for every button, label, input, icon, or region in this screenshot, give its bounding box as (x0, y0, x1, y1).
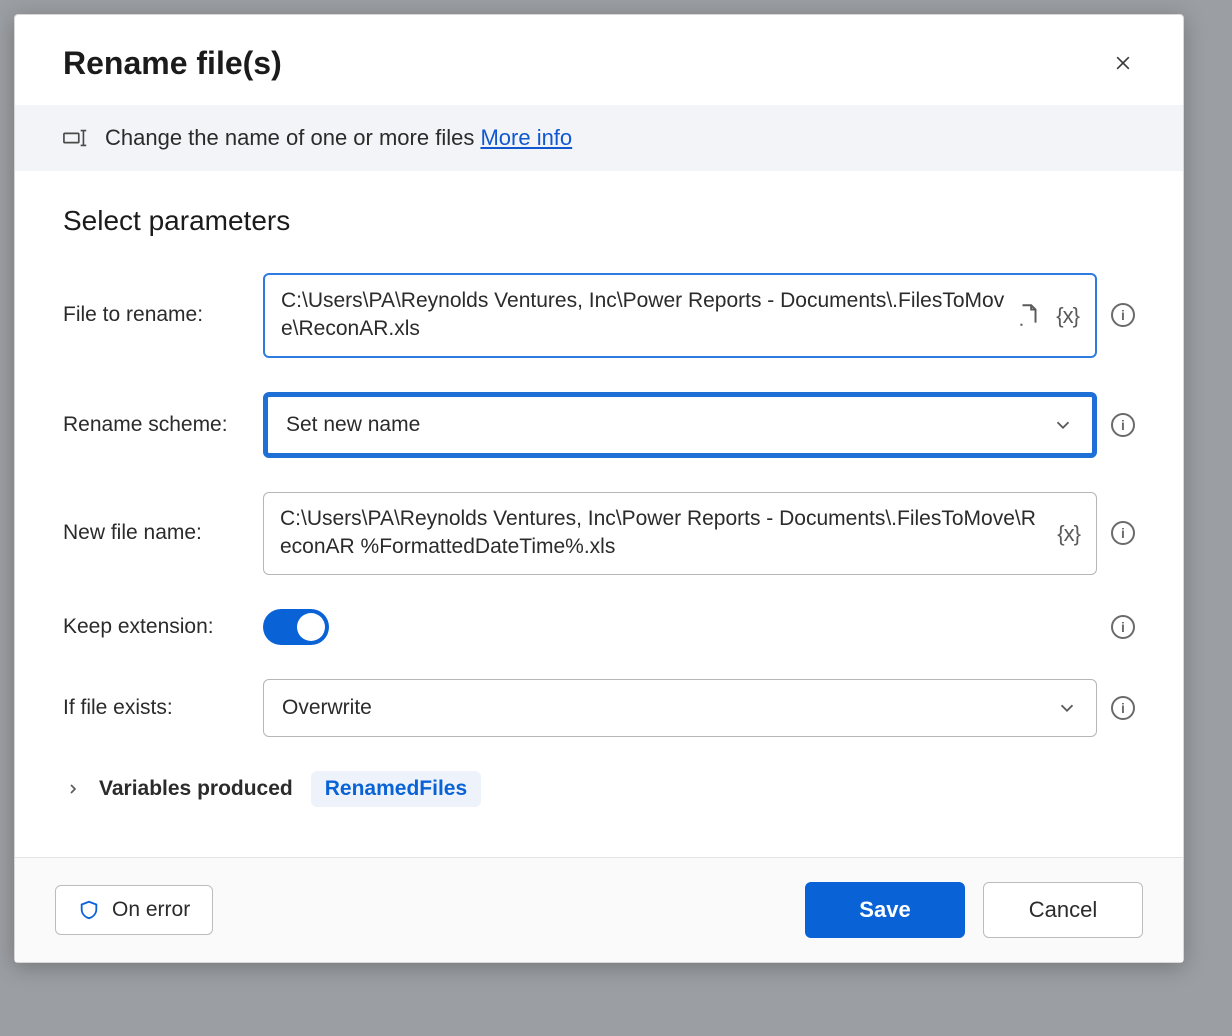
on-error-button[interactable]: On error (55, 885, 213, 935)
chevron-down-icon (1052, 414, 1074, 436)
toggle-knob (297, 613, 325, 641)
rename-icon (63, 127, 89, 149)
row-rename-scheme: Rename scheme: Set new name i (63, 392, 1135, 458)
row-keep-extension: Keep extension: i (63, 609, 1135, 645)
new-file-name-input[interactable]: C:\Users\PA\Reynolds Ventures, Inc\Power… (263, 492, 1097, 575)
more-info-link[interactable]: More info (480, 125, 572, 150)
label-file-to-rename: File to rename: (63, 303, 263, 327)
info-icon[interactable]: i (1111, 696, 1135, 720)
file-to-rename-input[interactable]: C:\Users\PA\Reynolds Ventures, Inc\Power… (263, 273, 1097, 358)
close-button[interactable] (1103, 43, 1143, 83)
row-file-to-rename: File to rename: C:\Users\PA\Reynolds Ven… (63, 273, 1135, 358)
file-to-rename-value: C:\Users\PA\Reynolds Ventures, Inc\Power… (281, 287, 1004, 344)
file-picker-icon[interactable] (1016, 302, 1042, 328)
rename-scheme-select[interactable]: Set new name (263, 392, 1097, 458)
cancel-button[interactable]: Cancel (983, 882, 1143, 938)
label-new-file-name: New file name: (63, 521, 263, 545)
variables-produced-row[interactable]: Variables produced RenamedFiles (63, 771, 1135, 807)
dialog-footer: On error Save Cancel (15, 857, 1183, 962)
info-icon[interactable]: i (1111, 615, 1135, 639)
chevron-down-icon (1056, 697, 1078, 719)
variable-chip-renamedfiles[interactable]: RenamedFiles (311, 771, 481, 807)
label-if-file-exists: If file exists: (63, 696, 263, 720)
section-title: Select parameters (63, 205, 1135, 237)
info-icon[interactable]: i (1111, 521, 1135, 545)
if-file-exists-value: Overwrite (282, 694, 1056, 722)
label-keep-extension: Keep extension: (63, 615, 263, 639)
shield-icon (78, 899, 100, 921)
close-icon (1113, 53, 1133, 73)
info-icon[interactable]: i (1111, 413, 1135, 437)
save-button[interactable]: Save (805, 882, 965, 938)
dialog-header: Rename file(s) (15, 15, 1183, 105)
dialog-body: Select parameters File to rename: C:\Use… (15, 171, 1183, 829)
variable-picker-icon[interactable]: {x} (1056, 301, 1079, 331)
on-error-label: On error (112, 898, 190, 922)
row-new-file-name: New file name: C:\Users\PA\Reynolds Vent… (63, 492, 1135, 575)
if-file-exists-select[interactable]: Overwrite (263, 679, 1097, 737)
new-file-name-value: C:\Users\PA\Reynolds Ventures, Inc\Power… (280, 505, 1045, 562)
keep-extension-toggle[interactable] (263, 609, 329, 645)
variable-picker-icon[interactable]: {x} (1057, 519, 1080, 549)
info-description: Change the name of one or more files Mor… (105, 125, 572, 151)
chevron-right-icon (65, 781, 81, 797)
rename-files-dialog: Rename file(s) Change the name of one or… (14, 14, 1184, 963)
row-if-file-exists: If file exists: Overwrite i (63, 679, 1135, 737)
label-rename-scheme: Rename scheme: (63, 413, 263, 437)
dialog-title: Rename file(s) (63, 45, 282, 82)
rename-scheme-value: Set new name (286, 411, 1052, 439)
info-strip: Change the name of one or more files Mor… (15, 105, 1183, 171)
info-icon[interactable]: i (1111, 303, 1135, 327)
variables-produced-label: Variables produced (99, 777, 293, 801)
